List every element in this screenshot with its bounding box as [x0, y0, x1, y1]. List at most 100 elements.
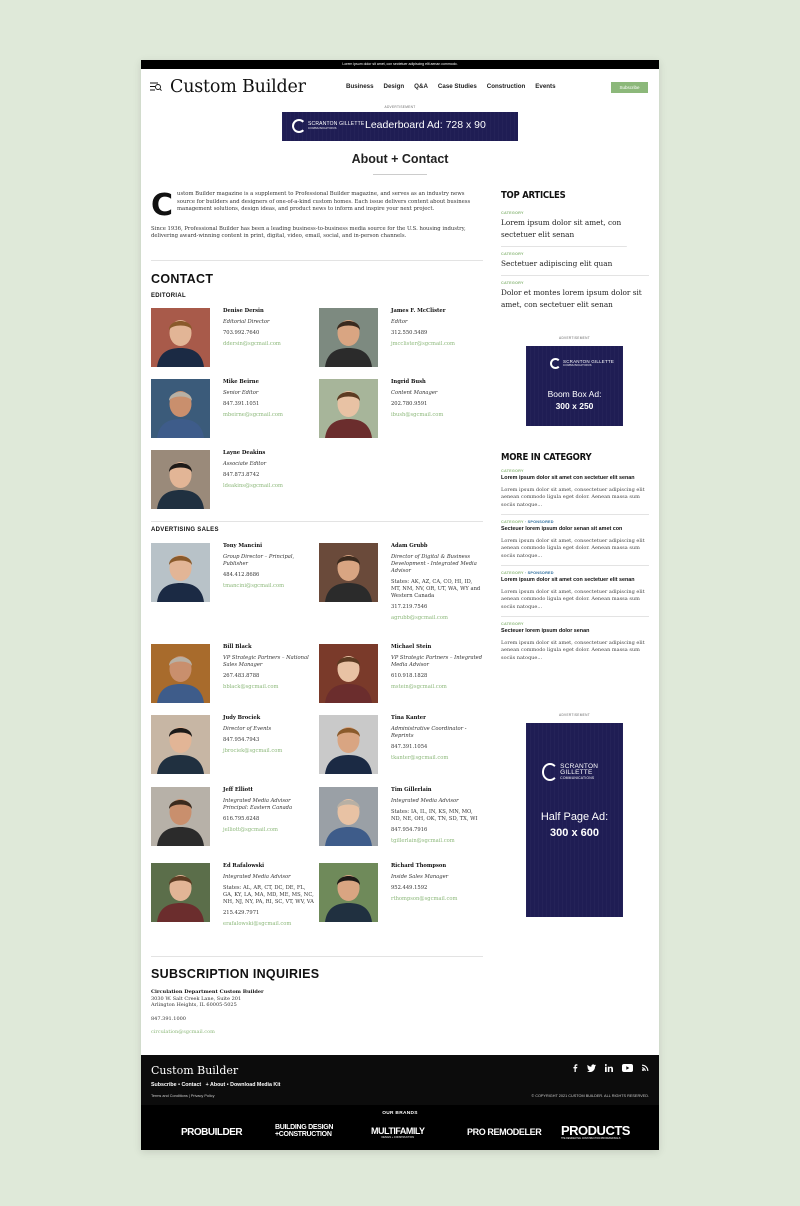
staff-photo — [151, 450, 210, 509]
twitter-icon[interactable] — [587, 1064, 596, 1072]
half-page-ad[interactable]: SCRANTON GILLETTE COMMUNICATIONS Half Pag… — [526, 723, 623, 917]
article-title[interactable]: Secteuer lorem ipsum dolor senan — [501, 628, 649, 636]
nav-design[interactable]: Design — [384, 83, 405, 90]
staff-photo — [319, 379, 378, 438]
top-article[interactable]: CATEGORY Dolor et montes lorem ipsum dol… — [501, 281, 649, 311]
brand-multifamily[interactable]: MULTIFAMILY DESIGN + CONSTRUCTION — [371, 1126, 425, 1139]
article-category-label: CATEGORY — [501, 622, 524, 626]
scranton-mark-icon — [292, 119, 306, 133]
staff-phone: 847.954.7916 — [391, 827, 428, 833]
staff-info: Bill Black VP Strategic Partners – Nation… — [223, 644, 315, 691]
article-title[interactable]: Lorem ipsum dolor sit amet con sectetuer… — [501, 577, 649, 585]
top-article[interactable]: CATEGORY Sectetuer adipiscing elit quan — [501, 252, 649, 270]
article-title[interactable]: Sectetuer adipiscing elit quan — [501, 258, 649, 270]
staff-email[interactable]: mbeirne@sgcmail.com — [223, 412, 315, 419]
youtube-icon[interactable] — [622, 1064, 633, 1072]
staff-email[interactable]: jelliott@sgcmail.com — [223, 827, 315, 834]
half-page-ad-line1: Half Page Ad: — [540, 811, 609, 823]
article-title[interactable]: Lorem ipsum dolor sit amet con sectetuer… — [501, 475, 649, 483]
article-category: CATEGORY — [501, 211, 524, 215]
ad-brand-sub: COMMUNICATIONS — [563, 363, 592, 368]
linkedin-icon[interactable] — [605, 1064, 613, 1072]
category-article[interactable]: CATEGORY · SPONSORED Lorem ipsum dolor si… — [501, 571, 649, 617]
site-logo[interactable]: Custom Builder — [170, 77, 306, 97]
footer-logo[interactable]: Custom Builder — [151, 1064, 238, 1077]
brand-bdc[interactable]: BUILDING DESIGN +CONSTRUCTION — [275, 1124, 351, 1138]
intro-paragraph-2: Since 1936, Professional Builder has bee… — [151, 225, 466, 240]
staff-email[interactable]: mstein@sgcmail.com — [391, 684, 483, 691]
article-category-label: CATEGORY — [501, 469, 524, 473]
footer-links: Subscribe • Contact + About • Download M… — [151, 1082, 280, 1088]
article-title[interactable]: Lorem ipsum dolor sit amet, con sectetue… — [501, 217, 649, 241]
contact-heading: CONTACT — [151, 272, 214, 286]
staff-info: Adam Grubb Director of Digital & Business… — [391, 543, 483, 622]
staff-email[interactable]: tkanter@sgcmail.com — [391, 755, 483, 762]
nav-events[interactable]: Events — [535, 83, 555, 90]
article-category: CATEGORY — [501, 469, 649, 473]
privacy-link[interactable]: Privacy Policy — [191, 1094, 215, 1098]
staff-photo — [319, 308, 378, 367]
boombox-ad[interactable]: SCRANTON GILLETTE COMMUNICATIONS Boom Box… — [526, 346, 623, 426]
nav-qa[interactable]: Q&A — [414, 83, 428, 90]
category-article[interactable]: CATEGORY Secteuer lorem ipsum dolor senan… — [501, 622, 649, 667]
article-category: CATEGORY · SPONSORED — [501, 571, 649, 575]
terms-link[interactable]: Terms and Conditions — [151, 1094, 188, 1098]
brands-bar: OUR BRANDS PROBUILDER BUILDING DESIGN +C… — [141, 1105, 659, 1150]
staff-phone: 484.412.8686 — [223, 572, 260, 578]
nav-business[interactable]: Business — [346, 83, 374, 90]
title-divider — [373, 174, 427, 175]
nav-construction[interactable]: Construction — [487, 83, 526, 90]
article-title[interactable]: Secteuer lorem ipsum dolor senan sit ame… — [501, 526, 649, 534]
staff-email[interactable]: tmancini@sgcmail.com — [223, 583, 315, 590]
staff-email[interactable]: tgillerlain@sgcmail.com — [391, 838, 483, 845]
category-article[interactable]: CATEGORY Lorem ipsum dolor sit amet con s… — [501, 469, 649, 515]
staff-email[interactable]: ibush@sgcmail.com — [391, 412, 483, 419]
leaderboard-ad[interactable]: SCRANTON GILLETTE COMMUNICATIONS Leaderbo… — [282, 112, 518, 141]
subscribe-button[interactable]: Subscribe — [611, 82, 648, 93]
footer-link-media-kit[interactable]: Download Media Kit — [230, 1082, 280, 1088]
staff-email[interactable]: jmcclister@sgcmail.com — [391, 341, 483, 348]
staff-name: Adam Grubb — [391, 543, 428, 549]
staff-email[interactable]: bblack@sgcmail.com — [223, 684, 315, 691]
footer-link-about[interactable]: + About — [206, 1082, 226, 1088]
rss-icon[interactable] — [642, 1064, 649, 1071]
staff-email[interactable]: agrubb@sgcmail.com — [391, 615, 483, 622]
staff-role: Editorial Director — [223, 319, 270, 325]
brand-pro-remodeler[interactable]: PRO REMODELER — [467, 1127, 542, 1137]
subscription-email[interactable]: circulation@sgcmail.com — [151, 1029, 264, 1036]
site-footer: Custom Builder Subscribe • Contact + Abo… — [141, 1055, 659, 1150]
staff-photo — [151, 787, 210, 846]
subscription-phone: 847.391.1000 — [151, 1015, 186, 1022]
article-title[interactable]: Dolor et montes lorem ipsum dolor sit am… — [501, 287, 649, 311]
staff-phone: 703.992.7640 — [223, 330, 260, 336]
staff-territory: States: AL, AR, CT, DC, DE, FL, GA, KY, … — [223, 885, 314, 905]
staff-name: Ed Rafalowski — [223, 863, 265, 869]
staff-email[interactable]: ddersin@sgcmail.com — [223, 341, 315, 348]
brand-products-name: PRODUCTS — [561, 1123, 630, 1138]
brand-products-sub: THE RESIDENTIAL CONSTRUCTION PROFESSIONA… — [561, 1138, 621, 1140]
staff-name: Denise Dersin — [223, 308, 264, 314]
nav-case-studies[interactable]: Case Studies — [438, 83, 477, 90]
staff-phone: 202.780.9591 — [391, 401, 428, 407]
footer-link-contact[interactable]: Contact — [181, 1082, 201, 1088]
staff-photo — [151, 644, 210, 703]
staff-email[interactable]: erafalowski@sgcmail.com — [223, 921, 315, 928]
boombox-ad-line1: Boom Box Ad: — [547, 389, 602, 399]
top-article[interactable]: CATEGORY Lorem ipsum dolor sit amet, con… — [501, 211, 649, 241]
facebook-icon[interactable] — [572, 1064, 578, 1072]
brand-probuilder[interactable]: PROBUILDER — [181, 1127, 243, 1138]
menu-search-icon[interactable] — [150, 82, 162, 92]
article-excerpt: Lorem ipsum dolor sit amet, consectetuer… — [501, 486, 645, 508]
brand-products[interactable]: PRODUCTS THE RESIDENTIAL CONSTRUCTION PR… — [561, 1123, 630, 1140]
staff-email[interactable]: rthompson@sgcmail.com — [391, 896, 483, 903]
category-article[interactable]: CATEGORY · SPONSORED Secteuer lorem ipsum… — [501, 520, 649, 566]
staff-photo — [319, 715, 378, 774]
article-excerpt: Lorem ipsum dolor sit amet, consectetuer… — [501, 639, 645, 661]
staff-email[interactable]: ldeakins@sgcmail.com — [223, 483, 315, 490]
staff-email[interactable]: jbrociek@sgcmail.com — [223, 748, 315, 755]
staff-role: Group Director – Principal, Publisher — [223, 554, 295, 567]
subscription-dept: Circulation Department Custom Builder — [151, 989, 264, 995]
footer-link-subscribe[interactable]: Subscribe — [151, 1082, 177, 1088]
staff-role: Senior Editor — [223, 390, 259, 396]
copyright: © COPYRIGHT 2021 CUSTOM BUILDER. ALL RIG… — [531, 1094, 649, 1098]
